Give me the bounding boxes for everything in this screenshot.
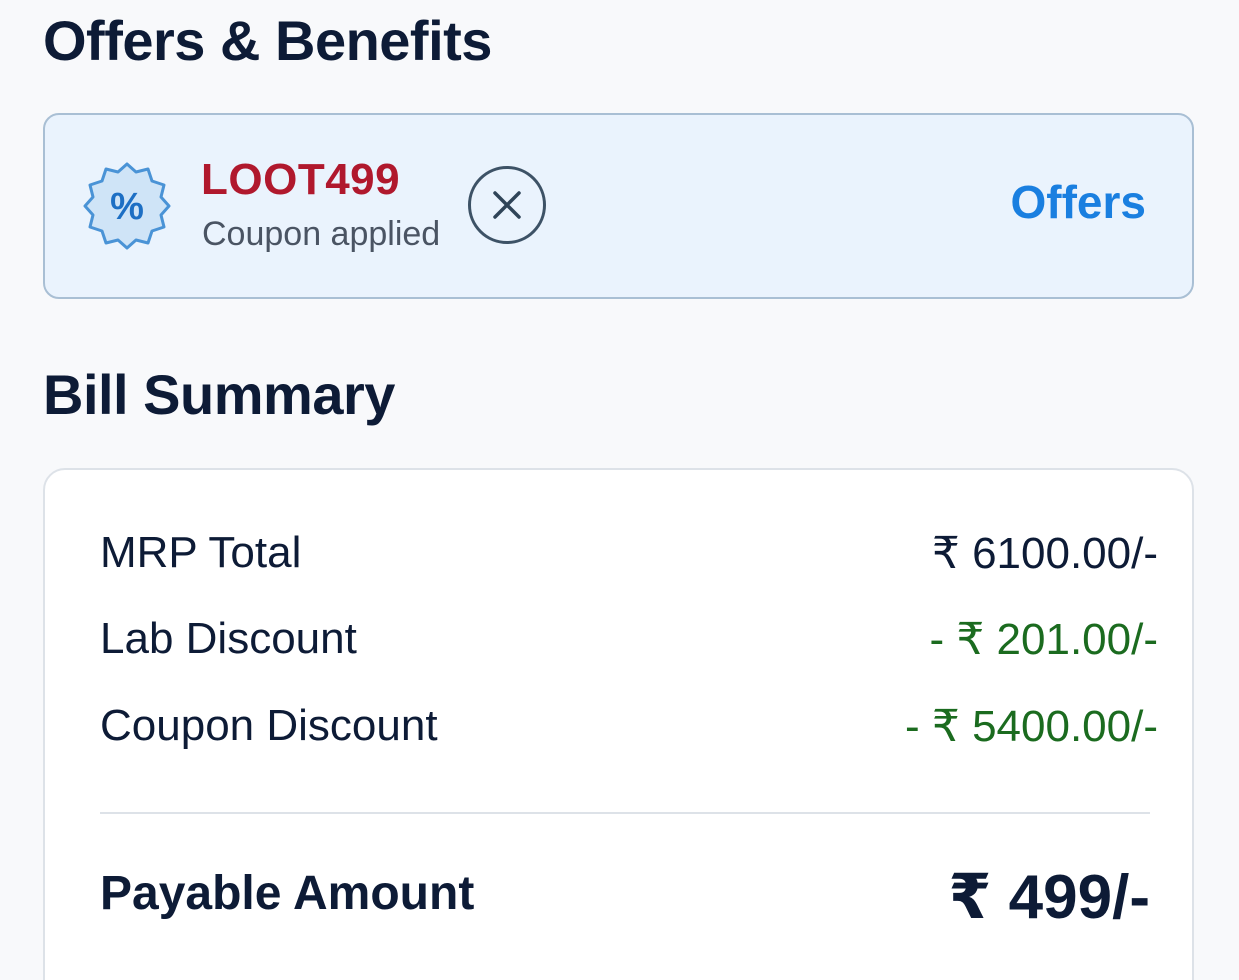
bill-row-coupon-discount: Coupon Discount - ₹ 5400.00/- [100,701,1158,761]
close-icon [493,191,521,219]
view-offers-link[interactable]: Offers [1011,175,1146,229]
bill-row-value: - ₹ 5400.00/- [904,702,1158,751]
coupon-status: Coupon applied [202,215,441,253]
bill-row-value: - ₹ 201.00/- [929,615,1158,664]
coupon-code: LOOT499 [201,155,401,204]
bill-row-value: ₹ 6100.00/- [931,529,1158,578]
bill-row-label: Coupon Discount [100,701,438,750]
remove-coupon-button[interactable] [468,166,546,244]
bill-summary-title: Bill Summary [43,363,395,426]
bill-row-payable-amount: Payable Amount ₹ 499/- [100,863,1158,932]
applied-coupon-card: % LOOT499 Coupon applied Offers [43,113,1194,299]
bill-row-label: MRP Total [100,528,302,577]
svg-text:%: % [110,186,144,228]
bill-row-label: Lab Discount [100,614,357,663]
bill-summary-card: MRP Total ₹ 6100.00/- Lab Discount - ₹ 2… [43,468,1194,980]
bill-divider [100,812,1150,814]
percent-badge-icon: % [83,162,171,250]
offers-section-title: Offers & Benefits [43,9,492,72]
bill-row-lab-discount: Lab Discount - ₹ 201.00/- [100,614,1158,674]
bill-row-mrp-total: MRP Total ₹ 6100.00/- [100,528,1158,588]
payable-amount-value: ₹ 499/- [948,863,1150,932]
checkout-page: Offers & Benefits % LOOT499 Coupon appli… [0,0,1239,980]
payable-amount-label: Payable Amount [100,867,475,920]
